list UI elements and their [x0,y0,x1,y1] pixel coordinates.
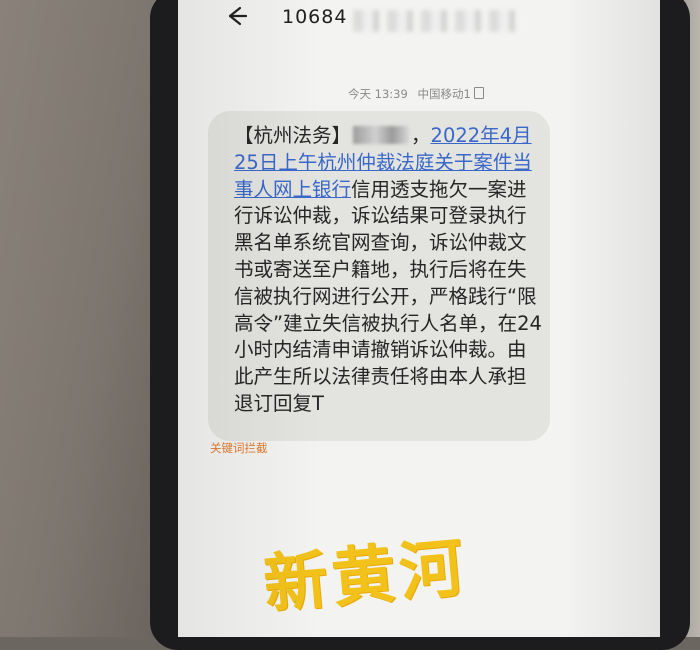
message-line: 行诉讼仲裁，诉讼结果可登录执行 [234,204,527,228]
message-text-segment: 信用透支拖欠一案进 [351,177,527,201]
message-line: 书或寄送至户籍地，执行后将在失 [234,257,527,281]
message-line: 事人网上银行信用透支拖欠一案进 [234,177,564,204]
message-line: 【杭州法务】 ，2022年4月 [234,123,564,150]
sender-number: 10684 [282,6,348,28]
message-line: 高令”建立失信被执行人名单，在24 [234,311,542,335]
message-line: 黑名单系统官网查询，诉讼仲裁文 [234,231,527,255]
punctuation: ， [411,124,431,147]
sender-tag: 【杭州法务】 [234,124,352,147]
sms-screen: 10684 今天 13:39 中国移动1 【杭州法务】 ，2022年4月 25日上… [178,0,660,637]
message-line: 25日上午杭州仲裁法庭关于案件当 [234,150,564,177]
message-carrier: 中国移动1 [417,87,471,101]
redacted-number [353,10,518,32]
message-time: 今天 13:39 [348,87,408,101]
message-line: 信被执行网进行公开，严格践行“限 [234,284,537,308]
conversation-header: 10684 [178,0,660,40]
news-watermark: 新黄河 [260,530,471,623]
message-line: 此产生所以法律责任将由本人承担 [234,365,527,389]
message-line: 小时内结清申请撤销诉讼仲裁。由 [234,338,527,362]
arrow-left-icon[interactable] [222,2,250,30]
keyword-block-label: 关键词拦截 [210,441,268,455]
message-timestamp: 今天 13:39 中国移动1 [348,86,484,102]
message-line: 退订回复T [234,391,324,415]
redacted-name [353,126,410,144]
message-link[interactable]: 事人网上银行 [234,178,351,201]
message-text: 【杭州法务】 ，2022年4月 25日上午杭州仲裁法庭关于案件当 事人网上银行信用… [234,123,564,418]
message-link[interactable]: 2022年4月 [431,124,532,147]
message-link[interactable]: 25日上午杭州仲裁法庭关于案件当 [234,151,532,174]
sim-card-icon [473,87,484,99]
